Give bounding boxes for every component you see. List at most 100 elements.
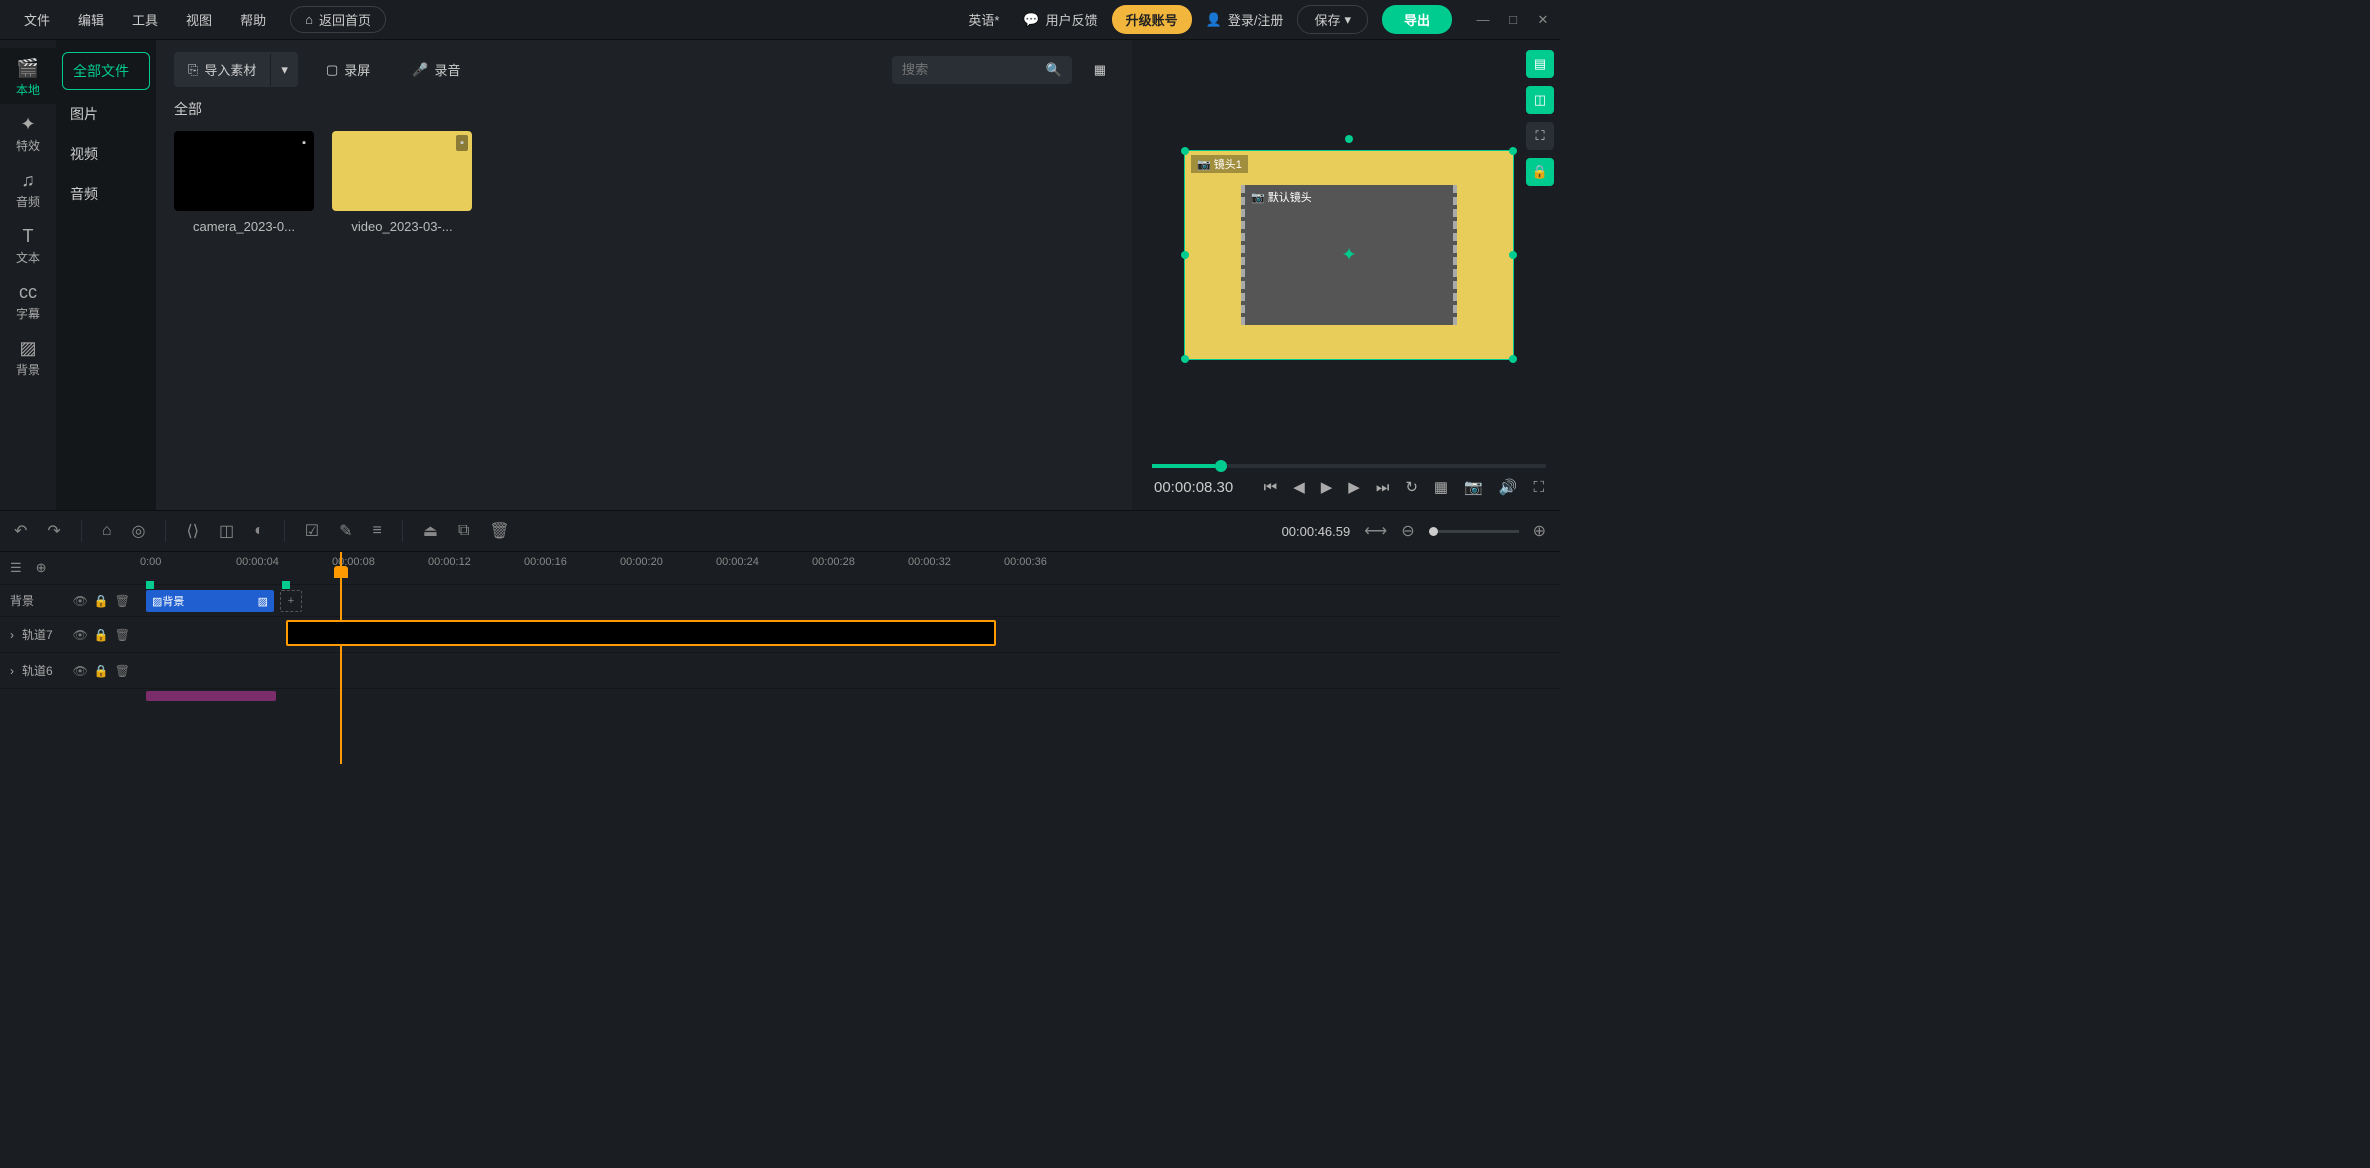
add-track-button[interactable]: ⊕ [36,560,47,576]
eye-icon[interactable]: 👁 [73,664,88,678]
trash-icon[interactable]: 🗑 [115,594,130,608]
track-6-head[interactable]: › 轨道6 👁🔒🗑 [0,662,140,679]
prev-frame-button[interactable]: ◀ [1293,478,1305,496]
lock-icon[interactable]: 🔒 [94,664,109,678]
zoom-in-button[interactable]: ⊕ [1533,521,1546,541]
marker-start[interactable] [146,581,154,589]
lock-icon[interactable]: 🔒 [94,628,109,642]
zoom-slider[interactable] [1429,530,1519,533]
volume-button[interactable]: 🔊 [1499,478,1518,496]
bg-clip[interactable]: ▨ 背景 ▨ [146,590,274,612]
marker-end[interactable] [282,581,290,589]
edit-button[interactable]: ✎ [339,521,352,541]
media-item-0[interactable]: ▪ camera_2023-0... [174,131,314,234]
save-button[interactable]: 保存 ▾ [1297,5,1368,34]
zoom-out-button[interactable]: ⊖ [1401,521,1414,541]
delete-button[interactable]: 🗑 [489,521,509,541]
minimize-button[interactable]: — [1476,12,1490,28]
crop-button[interactable]: ◫ [219,521,234,541]
marker-button[interactable]: ⌂ [102,522,112,540]
preview-progress[interactable] [1152,464,1546,468]
top-menu-bar: 文件 编辑 工具 视图 帮助 ⌂ 返回首页 英语* 💬 用户反馈 升级账号 👤 … [0,0,1560,40]
track-options-button[interactable]: ☰ [10,560,22,576]
add-clip-button[interactable]: + [280,590,302,612]
audio-record-button[interactable]: 🎤录音 [398,52,474,87]
play-button[interactable]: ▶ [1321,478,1333,496]
snapshot-button[interactable]: 📷 [1464,478,1483,496]
menu-edit[interactable]: 编辑 [64,10,118,29]
eye-icon[interactable]: 👁 [73,594,88,608]
feedback-button[interactable]: 💬 用户反馈 [1023,10,1097,29]
purple-clip[interactable] [146,691,276,701]
menu-view[interactable]: 视图 [172,10,226,29]
search-box[interactable]: 🔍 [892,56,1072,84]
rotate-handle[interactable] [1345,135,1353,143]
nav-text[interactable]: T文本 [0,216,56,272]
fullscreen-button[interactable]: ⛶ [1533,479,1544,496]
preview-canvas[interactable]: 📷 镜头1 📷 默认镜头 ✦ [1184,150,1514,360]
handle-tr[interactable] [1509,147,1517,155]
handle-br[interactable] [1509,355,1517,363]
filecol-audio[interactable]: 音频 [56,174,156,214]
track-7-head[interactable]: › 轨道7 👁🔒🗑 [0,626,140,643]
home-button[interactable]: ⌂ 返回首页 [290,6,386,33]
mirror-button[interactable]: ◐ [254,522,264,540]
undo-button[interactable]: ↶ [14,521,27,541]
track-extra-body[interactable] [140,689,1560,702]
import-button[interactable]: ⎘导入素材 ▾ [174,52,298,87]
layers-button[interactable]: ≡ [372,522,381,540]
export-button[interactable]: 导出 [1382,5,1452,34]
check-button[interactable]: ☑ [305,521,319,541]
lock-icon[interactable]: 🔒 [94,594,109,608]
loop-button[interactable]: ↻ [1405,478,1418,496]
preview-canvas-wrap[interactable]: 📷 镜头1 📷 默认镜头 ✦ [1142,50,1556,460]
goto-end-button[interactable]: ⏭ [1376,479,1390,496]
menu-tool[interactable]: 工具 [118,10,172,29]
copy-button[interactable]: ⧉ [458,522,469,540]
inner-frame[interactable]: 📷 默认镜头 ✦ [1241,185,1457,325]
eye-icon[interactable]: 👁 [73,628,88,642]
search-input[interactable] [902,62,1032,77]
maximize-button[interactable]: □ [1506,12,1520,28]
fit-button[interactable]: ⟷ [1364,521,1387,541]
grid-view-button[interactable]: ▦ [1086,54,1114,86]
video-clip[interactable] [286,656,998,682]
goto-start-button[interactable]: ⏮ [1264,479,1278,496]
nav-effects[interactable]: ✦特效 [0,104,56,160]
lock-button[interactable]: ⏏ [423,521,438,541]
menu-help[interactable]: 帮助 [226,10,280,29]
target-button[interactable]: ◎ [131,521,145,541]
nav-audio[interactable]: ♫音频 [0,160,56,216]
close-button[interactable]: ✕ [1536,12,1550,28]
nav-local[interactable]: 🎬本地 [0,48,56,104]
screen-record-button[interactable]: ▢录屏 [312,52,384,87]
handle-tl[interactable] [1181,147,1189,155]
login-button[interactable]: 👤 登录/注册 [1206,10,1284,29]
redo-button[interactable]: ↷ [47,521,60,541]
next-frame-button[interactable]: ▶ [1348,478,1360,496]
code-button[interactable]: ⟨⟩ [186,521,198,541]
handle-r[interactable] [1509,251,1517,259]
selected-clip[interactable] [286,620,996,646]
filecol-all[interactable]: 全部文件 [62,52,150,90]
handle-bl[interactable] [1181,355,1189,363]
filecol-image[interactable]: 图片 [56,94,156,134]
timeline-ruler[interactable]: 0:00 00:00:04 00:00:08 00:00:12 00:00:16… [140,552,1560,584]
track-bg-head[interactable]: 背景 👁🔒🗑 [0,592,140,609]
trash-icon[interactable]: 🗑 [115,628,130,642]
media-item-1[interactable]: ▪ video_2023-03-... [332,131,472,234]
nav-subtitle[interactable]: cc字幕 [0,272,56,328]
track-6-body[interactable] [140,653,1560,688]
progress-thumb[interactable] [1215,460,1227,472]
grid-button[interactable]: ▦ [1434,478,1448,496]
trash-icon[interactable]: 🗑 [115,664,130,678]
menu-file[interactable]: 文件 [10,10,64,29]
track-bg-body[interactable]: ▨ 背景 ▨ + [140,585,1560,616]
document-title[interactable]: 英语* [958,10,1009,29]
upgrade-button[interactable]: 升级账号 [1112,5,1192,34]
nav-background[interactable]: ▨背景 [0,328,56,384]
track-7-body[interactable] [140,617,1560,652]
filecol-video[interactable]: 视频 [56,134,156,174]
import-dropdown[interactable]: ▾ [270,54,298,86]
handle-l[interactable] [1181,251,1189,259]
